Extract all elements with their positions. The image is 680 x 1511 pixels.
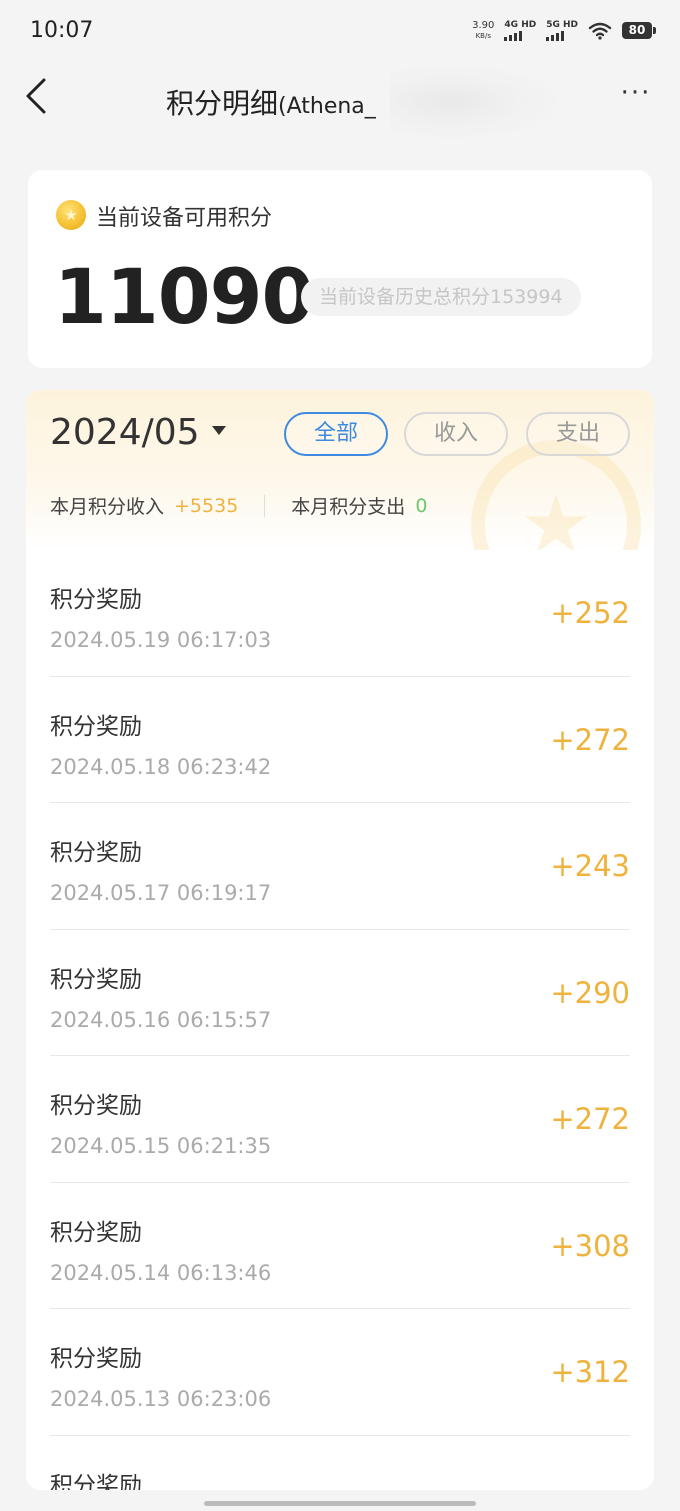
decorative-star-icon	[471, 440, 641, 550]
summary-divider	[264, 494, 266, 517]
page-title: 积分明细(Athena_	[166, 82, 376, 122]
record-title: 积分奖励	[50, 713, 142, 740]
record-amount: +308	[550, 1228, 630, 1263]
income-label: 本月积分收入	[50, 496, 165, 518]
record-amount: +312	[550, 1355, 630, 1389]
status-bar: 10:07 3.90 KB/s 4G HD 5G HD 80	[0, 0, 680, 64]
expense-value: 0	[415, 494, 428, 517]
coin-icon	[56, 200, 86, 230]
balance-label: 当前设备可用积分	[96, 206, 273, 231]
tab-all[interactable]: 全部	[284, 412, 388, 456]
status-icons: 3.90 KB/s 4G HD 5G HD 80	[472, 19, 656, 41]
record-time: 2024.05.19 06:17:03	[50, 628, 272, 652]
record-title: 积分奖励	[50, 1093, 142, 1119]
record-amount: +290	[550, 975, 630, 1010]
sim2-label: 5G HD	[546, 20, 578, 30]
record-time: 2024.05.15 06:21:35	[50, 1134, 272, 1158]
privacy-blur-mask	[390, 64, 560, 140]
tab-expense[interactable]: 支出	[526, 412, 630, 456]
wifi-icon	[588, 22, 612, 40]
tab-income[interactable]: 收入	[404, 412, 508, 456]
sim2-signal-icon: 5G HD	[546, 20, 578, 41]
list-item: 积分奖励 2024.05.16 06:15:57 +290	[50, 930, 630, 1056]
battery-icon: 80	[622, 22, 656, 39]
record-title: 积分奖励	[50, 1346, 142, 1372]
list-item: 积分奖励 2024.05.19 06:17:03 +252	[50, 550, 630, 677]
record-title: 积分奖励	[50, 587, 142, 613]
more-dots-icon: ···	[620, 78, 652, 108]
list-item: 积分奖励 2024.05.15 06:21:35 +272	[50, 1056, 630, 1183]
page-title-main: 积分明细	[166, 87, 279, 120]
record-amount: +272	[550, 1102, 630, 1136]
record-list: 积分奖励 2024.05.19 06:17:03 +252 积分奖励 2024.…	[50, 550, 630, 1490]
record-title: 积分奖励	[50, 966, 142, 993]
record-title: 积分奖励	[50, 840, 142, 866]
record-panel-header: 2024/05 全部 收入 支出 本月积分收入 +5535 本月积分支出 0	[26, 390, 654, 550]
back-arrow-icon	[26, 78, 46, 114]
balance-value: 11090	[54, 252, 314, 341]
expense-label: 本月积分支出	[291, 496, 406, 518]
list-item: 积分奖励 2024.05.14 06:13:46 +308	[50, 1183, 630, 1309]
record-title: 积分奖励	[50, 1219, 142, 1246]
nav-bar: 积分明细(Athena_ ···	[0, 64, 680, 140]
sim1-label: 4G HD	[504, 20, 537, 30]
record-time: 2024.05.18 06:23:42	[50, 754, 272, 779]
record-panel: 2024/05 全部 收入 支出 本月积分收入 +5535 本月积分支出 0 积…	[26, 390, 654, 1490]
record-time: 2024.05.17 06:19:17	[50, 881, 272, 905]
month-selector[interactable]: 2024/05	[50, 412, 226, 453]
record-time: 2024.05.13 06:23:06	[50, 1387, 272, 1411]
balance-card: 当前设备可用积分 11090 当前设备历史总积分153994	[28, 170, 652, 368]
record-time: 2024.05.16 06:15:57	[50, 1007, 272, 1032]
income-value: +5535	[174, 494, 239, 517]
month-summary: 本月积分收入 +5535 本月积分支出 0	[50, 492, 427, 519]
network-speed-unit: KB/s	[475, 31, 491, 40]
history-total-badge: 当前设备历史总积分153994	[301, 278, 581, 316]
network-speed: 3.90 KB/s	[472, 19, 495, 41]
sim1-signal-icon: 4G HD	[504, 20, 536, 41]
home-indicator[interactable]	[204, 1501, 476, 1506]
record-amount: +243	[550, 849, 630, 883]
more-options-button[interactable]: ···	[616, 78, 656, 114]
list-item: 积分奖励 2024.05.13 06:23:06 +312	[50, 1309, 630, 1436]
list-item: 积分奖励 2024.05.17 06:19:17 +243	[50, 803, 630, 930]
month-value: 2024/05	[50, 412, 200, 453]
record-amount: +272	[550, 722, 630, 757]
list-item: 积分奖励 2024.05.18 06:23:42 +272	[50, 677, 630, 803]
record-amount: +252	[550, 596, 630, 630]
list-item: 积分奖励	[50, 1436, 630, 1491]
caret-down-icon	[211, 425, 226, 435]
record-time: 2024.05.14 06:13:46	[50, 1260, 272, 1285]
status-time: 10:07	[30, 18, 94, 43]
network-speed-value: 3.90	[472, 19, 495, 31]
page-title-account: (Athena_	[278, 94, 376, 119]
points-detail-screen: 10:07 3.90 KB/s 4G HD 5G HD 80 积分明细(Athe…	[0, 0, 680, 1511]
back-button[interactable]	[18, 74, 58, 118]
record-title: 积分奖励	[50, 1472, 142, 1491]
